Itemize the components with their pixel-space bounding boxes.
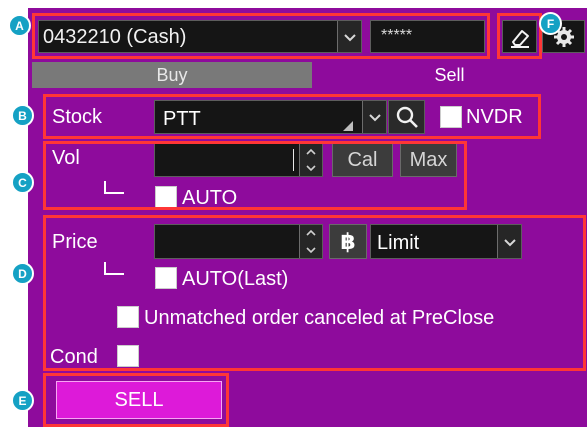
- marker-c: C: [11, 171, 34, 194]
- highlight-price: [43, 215, 586, 371]
- marker-d: D: [11, 262, 34, 285]
- tab-buy[interactable]: Buy: [32, 62, 312, 88]
- highlight-tools: [497, 13, 542, 59]
- tab-sell-label: Sell: [434, 65, 465, 85]
- marker-a: A: [8, 14, 31, 37]
- highlight-stock: [43, 94, 541, 139]
- tab-sell[interactable]: Sell: [312, 62, 587, 88]
- marker-e: E: [11, 389, 34, 412]
- tab-buy-label: Buy: [156, 65, 188, 85]
- highlight-account: [32, 13, 490, 59]
- marker-f: F: [539, 12, 562, 35]
- highlight-volume: [43, 141, 467, 210]
- marker-b: B: [11, 104, 34, 127]
- highlight-submit: [43, 373, 229, 427]
